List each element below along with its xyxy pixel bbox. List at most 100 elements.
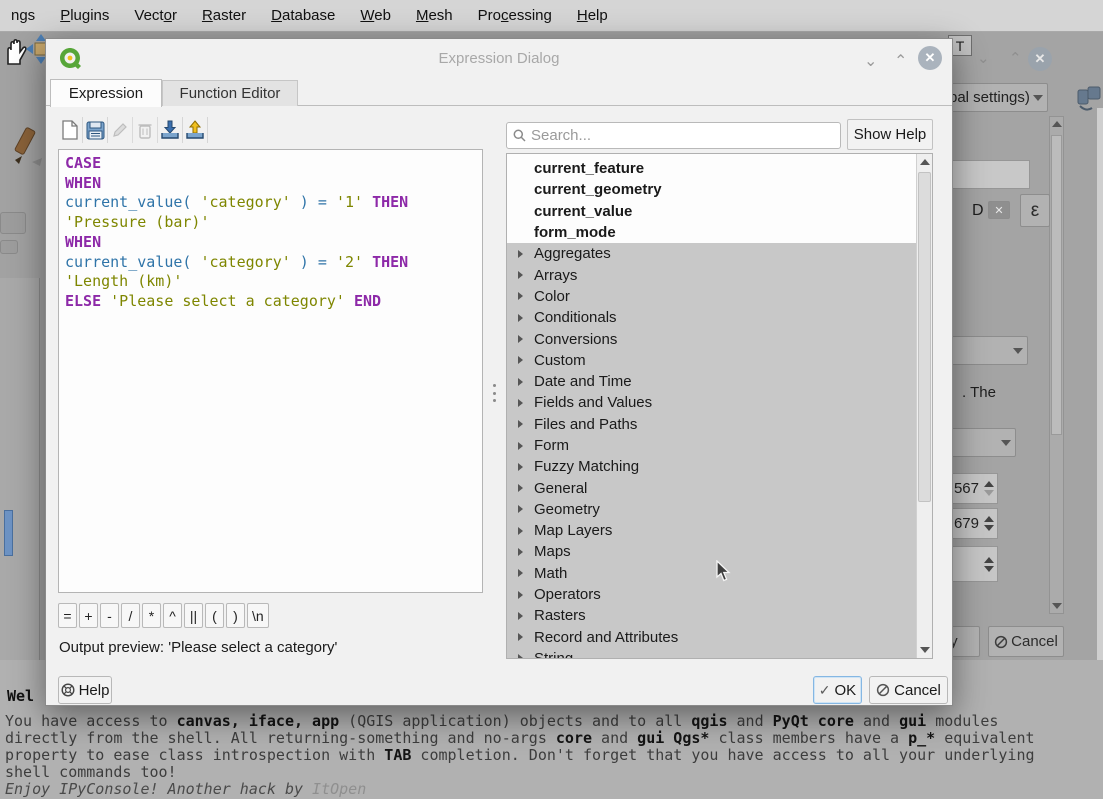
expand-arrow-icon[interactable] [507,442,534,450]
epsilon-button[interactable]: ε [1020,194,1050,227]
delete-expression-icon[interactable] [133,117,158,143]
operator-button[interactable]: \n [247,603,269,628]
function-group[interactable]: Custom [507,350,916,371]
background-scrollbar[interactable] [1049,116,1064,614]
function-group[interactable]: Fuzzy Matching [507,456,916,477]
function-group[interactable]: Math [507,563,916,584]
menu-item[interactable]: Raster [196,5,252,26]
expand-arrow-icon[interactable] [507,399,534,407]
background-dropdown[interactable] [944,336,1028,365]
export-expression-icon[interactable] [183,117,208,143]
expand-arrow-icon[interactable] [507,314,534,322]
function-group[interactable]: Geometry [507,499,916,520]
cancel-button[interactable]: Cancel [869,676,948,704]
function-item[interactable]: current_value [507,201,916,222]
expand-arrow-icon[interactable] [507,569,534,577]
function-group[interactable]: Maps [507,541,916,562]
edit-pencil-icon[interactable] [6,126,46,175]
expand-arrow-icon[interactable] [507,633,534,641]
operator-button[interactable]: / [121,603,140,628]
expand-arrow-icon[interactable] [507,335,534,343]
chevron-up-icon[interactable]: ⌃ [1009,49,1022,67]
operator-button[interactable]: ^ [163,603,182,628]
operator-button[interactable]: = [58,603,77,628]
function-list-scrollbar[interactable] [916,154,932,658]
function-group[interactable]: Record and Attributes [507,627,916,648]
menu-item[interactable]: Mesh [410,5,459,26]
search-input[interactable] [531,127,834,144]
expand-arrow-icon[interactable] [507,250,534,258]
import-expression-icon[interactable] [158,117,183,143]
scroll-down-icon[interactable] [920,647,930,653]
close-icon[interactable]: ✕ [1028,47,1052,71]
menu-item[interactable]: Plugins [54,5,115,26]
expand-arrow-icon[interactable] [507,356,534,364]
function-group[interactable]: Files and Paths [507,414,916,435]
expand-arrow-icon[interactable] [507,420,534,428]
expand-arrow-icon[interactable] [507,548,534,556]
menu-item[interactable]: Web [354,5,397,26]
expand-arrow-icon[interactable] [507,505,534,513]
menu-item[interactable]: Processing [472,5,558,26]
chevron-down-icon[interactable]: ⌄ [864,51,877,71]
scrollbar-thumb[interactable] [918,172,931,502]
tab-function-editor[interactable]: Function Editor [162,80,298,106]
operator-button[interactable]: ) [226,603,245,628]
operator-button[interactable]: ( [205,603,224,628]
function-item[interactable]: current_feature [507,158,916,179]
expand-arrow-icon[interactable] [507,463,534,471]
background-dropdown[interactable] [944,428,1016,457]
function-group[interactable]: Operators [507,584,916,605]
empty-spinbox[interactable] [950,546,998,582]
function-item[interactable]: form_mode [507,222,916,243]
edit-expression-icon[interactable] [108,117,133,143]
expand-arrow-icon[interactable] [507,378,534,386]
function-group[interactable]: Rasters [507,605,916,626]
function-group[interactable]: Conditionals [507,307,916,328]
ok-button[interactable]: ✓ OK [813,676,862,704]
operator-button[interactable]: - [100,603,119,628]
settings-dropdown[interactable]: bal settings) [944,83,1048,112]
expand-arrow-icon[interactable] [507,591,534,599]
expand-arrow-icon[interactable] [507,292,534,300]
chevron-down-icon[interactable]: ⌄ [977,49,990,67]
menu-item[interactable]: Database [265,5,341,26]
function-group[interactable]: Conversions [507,328,916,349]
function-group[interactable]: Map Layers [507,520,916,541]
function-group[interactable]: Color [507,286,916,307]
dialog-titlebar[interactable]: Expression Dialog ⌄ ⌃ ✕ [46,39,952,79]
expand-arrow-icon[interactable] [507,527,534,535]
operator-button[interactable]: * [142,603,161,628]
function-group[interactable]: String [507,648,916,659]
menu-item[interactable]: ngs [5,5,41,26]
function-group[interactable]: Arrays [507,264,916,285]
chevron-up-icon[interactable]: ⌃ [894,51,907,71]
new-expression-icon[interactable] [58,117,83,143]
function-group[interactable]: Form [507,435,916,456]
operator-button[interactable]: || [184,603,203,628]
menu-item[interactable]: Help [571,5,614,26]
function-group[interactable]: General [507,477,916,498]
close-icon[interactable]: ✕ [918,46,942,70]
background-cancel-button[interactable]: Cancel [988,626,1064,657]
expand-arrow-icon[interactable] [507,271,534,279]
function-group[interactable]: Date and Time [507,371,916,392]
show-help-button[interactable]: Show Help [847,119,933,150]
expression-editor[interactable]: CASEWHENcurrent_value( 'category' ) = '1… [58,149,483,593]
expand-arrow-icon[interactable] [507,484,534,492]
function-group[interactable]: Aggregates [507,243,916,264]
expand-arrow-icon[interactable] [507,654,534,659]
menu-item[interactable]: Vector [128,5,183,26]
function-item[interactable]: current_geometry [507,179,916,200]
background-text-field[interactable] [944,160,1030,189]
clear-field-icon[interactable]: ✕ [988,201,1010,219]
help-button[interactable]: Help [58,676,112,704]
operator-button[interactable]: + [79,603,98,628]
function-group[interactable]: Fields and Values [507,392,916,413]
tab-expression[interactable]: Expression [50,79,162,107]
expand-arrow-icon[interactable] [507,612,534,620]
save-expression-icon[interactable] [83,117,108,143]
scroll-up-icon[interactable] [920,159,930,165]
left-panel-selected-item[interactable] [4,510,13,556]
splitter-handle[interactable] [493,384,497,402]
